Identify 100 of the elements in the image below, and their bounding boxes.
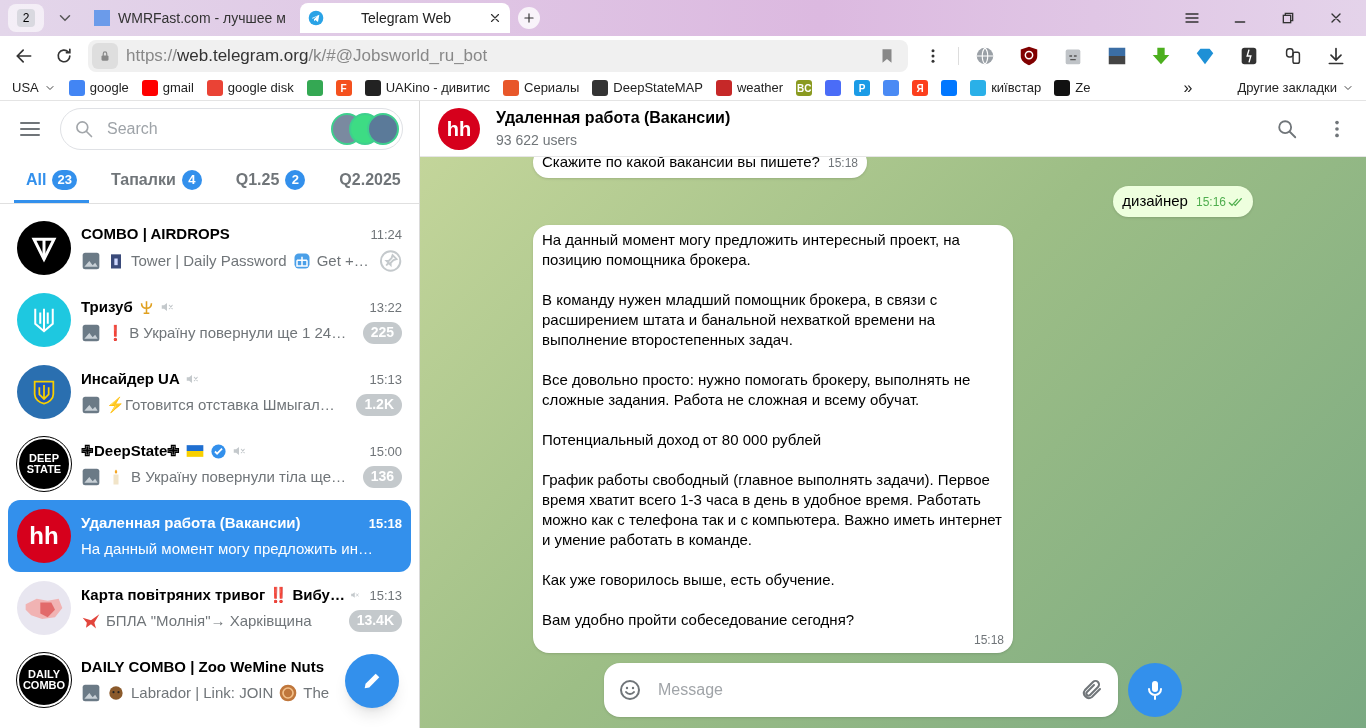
message-preview: ❗ В Україну повернули ще 1 24… [106, 322, 347, 343]
message-preview: Get +… [316, 250, 369, 271]
chat-time: 13:22 [369, 298, 402, 317]
restore-icon[interactable] [1280, 10, 1296, 26]
bookmark-icon [68, 80, 85, 96]
chat-avatar [17, 581, 71, 635]
message-preview: На данный момент могу предложить ин… [81, 538, 373, 559]
bookmark-icon[interactable] [306, 80, 323, 96]
bookmark[interactable]: google [68, 78, 129, 98]
back-icon[interactable] [14, 46, 34, 66]
bookmark[interactable]: київстар [970, 78, 1042, 98]
coin-icon [278, 682, 299, 703]
bookmark-icon [1054, 80, 1071, 96]
message-time: 15:18 [973, 632, 1004, 649]
bookmark[interactable]: DeepStateMAP [592, 78, 703, 98]
address-field[interactable]: https://web.telegram.org/k/#@Jobsworld_ru_bot [88, 40, 908, 72]
search-icon[interactable] [1276, 117, 1298, 140]
bookmark-icon[interactable] [941, 80, 958, 96]
chat-row[interactable]: Карта повітряних тривог ‼ Вибу… 15:13 БПЛА "Молнія"→ Харківщина 13.4K [8, 572, 411, 644]
bookmark-icon [592, 80, 609, 96]
search-icon [74, 119, 94, 139]
message-text: В команду нужен младший помощник брокера, в связи с расширением штата и банальной нехваткой времени на выполнение второстепенных задач. [542, 290, 939, 350]
compose-button[interactable] [345, 654, 399, 708]
browser-tab[interactable]: WMRFast.com - лучшее м [86, 3, 296, 33]
bookmark-icon [715, 80, 732, 96]
chat-title: DAILY COMBO | Zoo WeMine Nuts [81, 657, 325, 677]
bookmark[interactable]: gmail [141, 78, 194, 98]
message-time: 15:16 [1195, 194, 1226, 211]
message-preview: Tower | Daily Password [131, 250, 287, 271]
chat-row[interactable]: hh Удаленная работа (Вакансии) 15:18 На данный момент могу предложить ин… [8, 500, 411, 572]
bookmark[interactable]: UAKino - дивитис [364, 78, 490, 98]
photo-thumbnail [81, 322, 101, 343]
download-arrow-icon[interactable] [1150, 45, 1172, 67]
chat-row[interactable]: DAILY COMBO DAILY COMBO | Zoo WeMine Nuts Labrador | Link: JOIN The [8, 644, 411, 716]
photo-thumbnail [81, 682, 101, 703]
photo-thumbnail [81, 250, 101, 271]
bookmark-icon [503, 80, 519, 96]
tab-counter[interactable]: 2 [8, 4, 44, 32]
message-preview: Labrador | Link: JOIN [131, 682, 274, 703]
bookmark-icon[interactable] [883, 80, 900, 96]
chat-title: Инсайдер UA [81, 369, 180, 389]
unread-badge: 225 [362, 321, 402, 344]
member-count: 93 622 users [496, 131, 578, 150]
voice-button[interactable] [1128, 663, 1182, 717]
url-text: https://web.telegram.org/k/#@Jobsworld_ru_bot [126, 45, 489, 68]
chat-time: 15:18 [368, 514, 402, 533]
bookmark[interactable]: weather [715, 78, 784, 98]
unread-badge: 1.2K [356, 393, 402, 416]
message-text: Потенциальный доход от 80 000 рублей [542, 430, 823, 450]
bookmark[interactable]: Другие закладки [1237, 78, 1354, 98]
telegram-icon [308, 10, 324, 26]
bookmark-icon[interactable]: Я [912, 80, 929, 96]
new-tab-button[interactable] [518, 7, 540, 29]
chat-row[interactable]: Тризуб 13:22 ❗ В Україну повернули ще 1 24… 225 [8, 284, 411, 356]
message-text: На данный момент могу предложить интересный проект, на позицию помощника брокера. [542, 230, 961, 270]
bookmark-icon [206, 80, 223, 96]
bookmark[interactable]: Ze [1054, 78, 1091, 98]
chat-avatar [17, 365, 71, 419]
bookmark[interactable]: USA [12, 78, 56, 98]
message-time: 15:18 [827, 157, 858, 172]
message-preview: ⚡Готовится отставка Шмыгал… [106, 394, 335, 415]
chat-title: Карта повітряних тривог ‼ Вибу… [81, 585, 345, 605]
emoji-icon[interactable] [618, 678, 642, 702]
photo-thumbnail [81, 466, 101, 487]
bookmark-icon [364, 80, 381, 96]
chat-avatar: hh [438, 107, 480, 150]
chat-row[interactable]: DEEP STATE ✙DeepState✙ 15:00 В Україну повернули тіла ще… 136 [8, 428, 411, 500]
bookmark[interactable]: google disk [206, 78, 294, 98]
chat-avatar [17, 293, 71, 347]
chat-time: 15:13 [369, 586, 402, 605]
bookmark[interactable]: Сериалы [503, 78, 580, 98]
bookmark[interactable]: » [1183, 76, 1193, 100]
chat-avatar: hh [17, 509, 71, 563]
plus-icon [522, 11, 536, 25]
folder-tab[interactable]: Тапалки 4 [98, 157, 214, 203]
chat-avatar: DEEP STATE [17, 437, 71, 491]
chat-row[interactable]: COMBO | AIRDROPS 11:24 Tower | Daily Password Get +… [8, 212, 411, 284]
photo-thumbnail [81, 394, 101, 415]
close-icon[interactable] [488, 11, 502, 25]
count-badge: 23 [52, 170, 77, 190]
attach-icon[interactable] [1080, 678, 1104, 702]
browser-tab[interactable]: Telegram Web [300, 3, 510, 33]
globe-icon[interactable] [974, 45, 996, 67]
story-avatars[interactable] [331, 113, 399, 145]
favicon-icon [94, 10, 110, 26]
folder-tab[interactable]: Q1.25 2 [223, 157, 318, 203]
chat-title: ✙DeepState✙ [81, 441, 181, 461]
download-icon[interactable] [1326, 46, 1346, 66]
chat-avatar: DAILY COMBO [17, 653, 71, 707]
chat-row[interactable]: Инсайдер UA 15:13 ⚡Готовится отставка Шмыгал… 1.2K [8, 356, 411, 428]
shield-icon[interactable] [1018, 45, 1040, 67]
reload-icon[interactable] [54, 46, 74, 66]
message-preview: The [303, 682, 330, 703]
menu-icon[interactable] [1184, 10, 1200, 26]
chat-avatar [17, 221, 71, 275]
message-field[interactable]: Message [604, 663, 1118, 717]
bookmark-icon[interactable] [825, 80, 842, 96]
folder-tab[interactable]: Q2.2025 [327, 157, 413, 203]
chat-time: 15:00 [369, 442, 402, 461]
count-badge: 2 [285, 170, 306, 190]
